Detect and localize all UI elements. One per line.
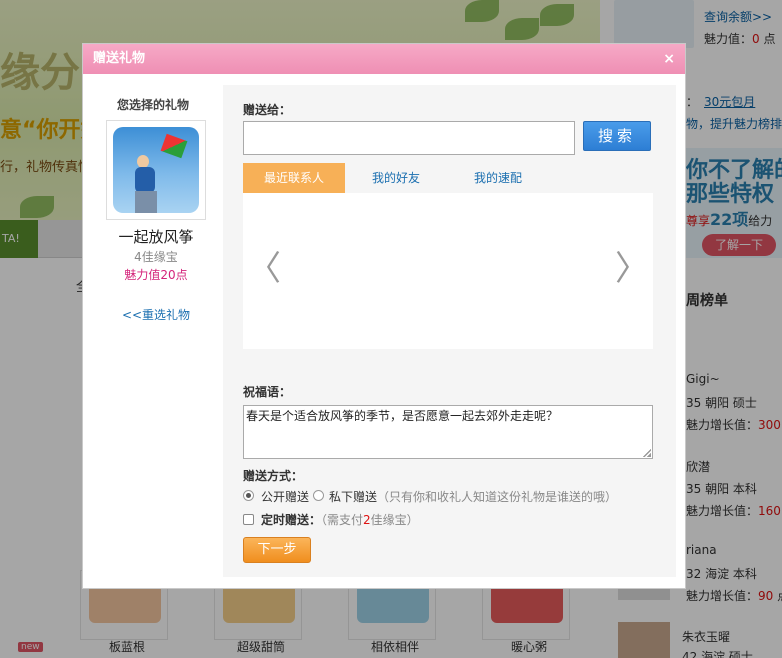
contacts-carousel: 〈 〉 [243,193,653,349]
gift-dialog: 赠送礼物 × 您选择的礼物 一起放风筝 4佳缘宝 魅力值20点 <<重选礼物 赠… [82,43,686,589]
next-arrow-icon[interactable]: 〉 [615,241,649,290]
kite-gift-image [113,127,199,213]
scheduled-checkbox[interactable] [243,514,254,525]
gift-price: 4佳缘宝 [134,250,178,264]
private-radio[interactable] [313,490,324,501]
contact-tabs: 最近联系人 我的好友 我的速配 [243,163,653,198]
selected-gift-panel: 您选择的礼物 一起放风筝 4佳缘宝 魅力值20点 <<重选礼物 [83,74,223,590]
tab-recent-contacts[interactable]: 最近联系人 [243,163,345,198]
send-form: 赠送给： 搜索 最近联系人 我的好友 我的速配 〈 〉 祝福语： 春天是个适合放… [223,85,676,577]
person-body [135,167,155,193]
tab-my-matches[interactable]: 我的速配 [447,163,549,193]
scheduled-note-num: 2 [363,513,371,527]
private-text: 私下赠送 [329,490,378,504]
next-step-button[interactable]: 下一步 [243,537,311,563]
scheduled-row: 定时赠送：（需支付2佳缘宝） [261,511,419,528]
search-button[interactable]: 搜索 [583,121,651,151]
person-legs [135,191,157,213]
dialog-header: 赠送礼物 × [83,44,685,74]
selected-gift-title: 您选择的礼物 [116,98,189,112]
close-icon[interactable]: × [663,44,675,74]
blessing-textarea[interactable]: 春天是个适合放风筝的季节，是否愿意一起去郊外走走呢？ [243,405,653,459]
gift-charm: 魅力值20点 [124,268,188,282]
blessing-label: 祝福语： [243,385,292,399]
scheduled-note-post: 佳缘宝） [370,513,419,527]
tab-my-friends[interactable]: 我的好友 [345,163,447,193]
gift-name: 一起放风筝 [118,228,194,246]
resize-grip-icon[interactable] [643,449,651,457]
public-radio[interactable] [243,490,254,501]
private-note: （只有你和收礼人知道这份礼物是谁送的哦） [377,490,618,504]
private-label[interactable]: 私下赠送（只有你和收礼人知道这份礼物是谁送的哦） [329,488,617,505]
public-label[interactable]: 公开赠送 [261,488,309,505]
scheduled-label[interactable]: 定时赠送： [261,513,321,527]
blessing-text: 春天是个适合放风筝的季节，是否愿意一起去郊外走走呢？ [246,409,559,423]
send-method-label: 赠送方式： [243,469,304,483]
prev-arrow-icon[interactable]: 〈 [247,241,281,290]
send-to-label: 赠送给： [243,103,292,117]
reselect-gift-link[interactable]: <<重选礼物 [83,306,229,323]
kite-shape [160,133,188,159]
scheduled-note-pre: （需支付 [321,513,364,527]
recipient-search-input[interactable] [243,121,575,155]
gift-image-frame [106,120,206,220]
dialog-title: 赠送礼物 [93,51,146,66]
